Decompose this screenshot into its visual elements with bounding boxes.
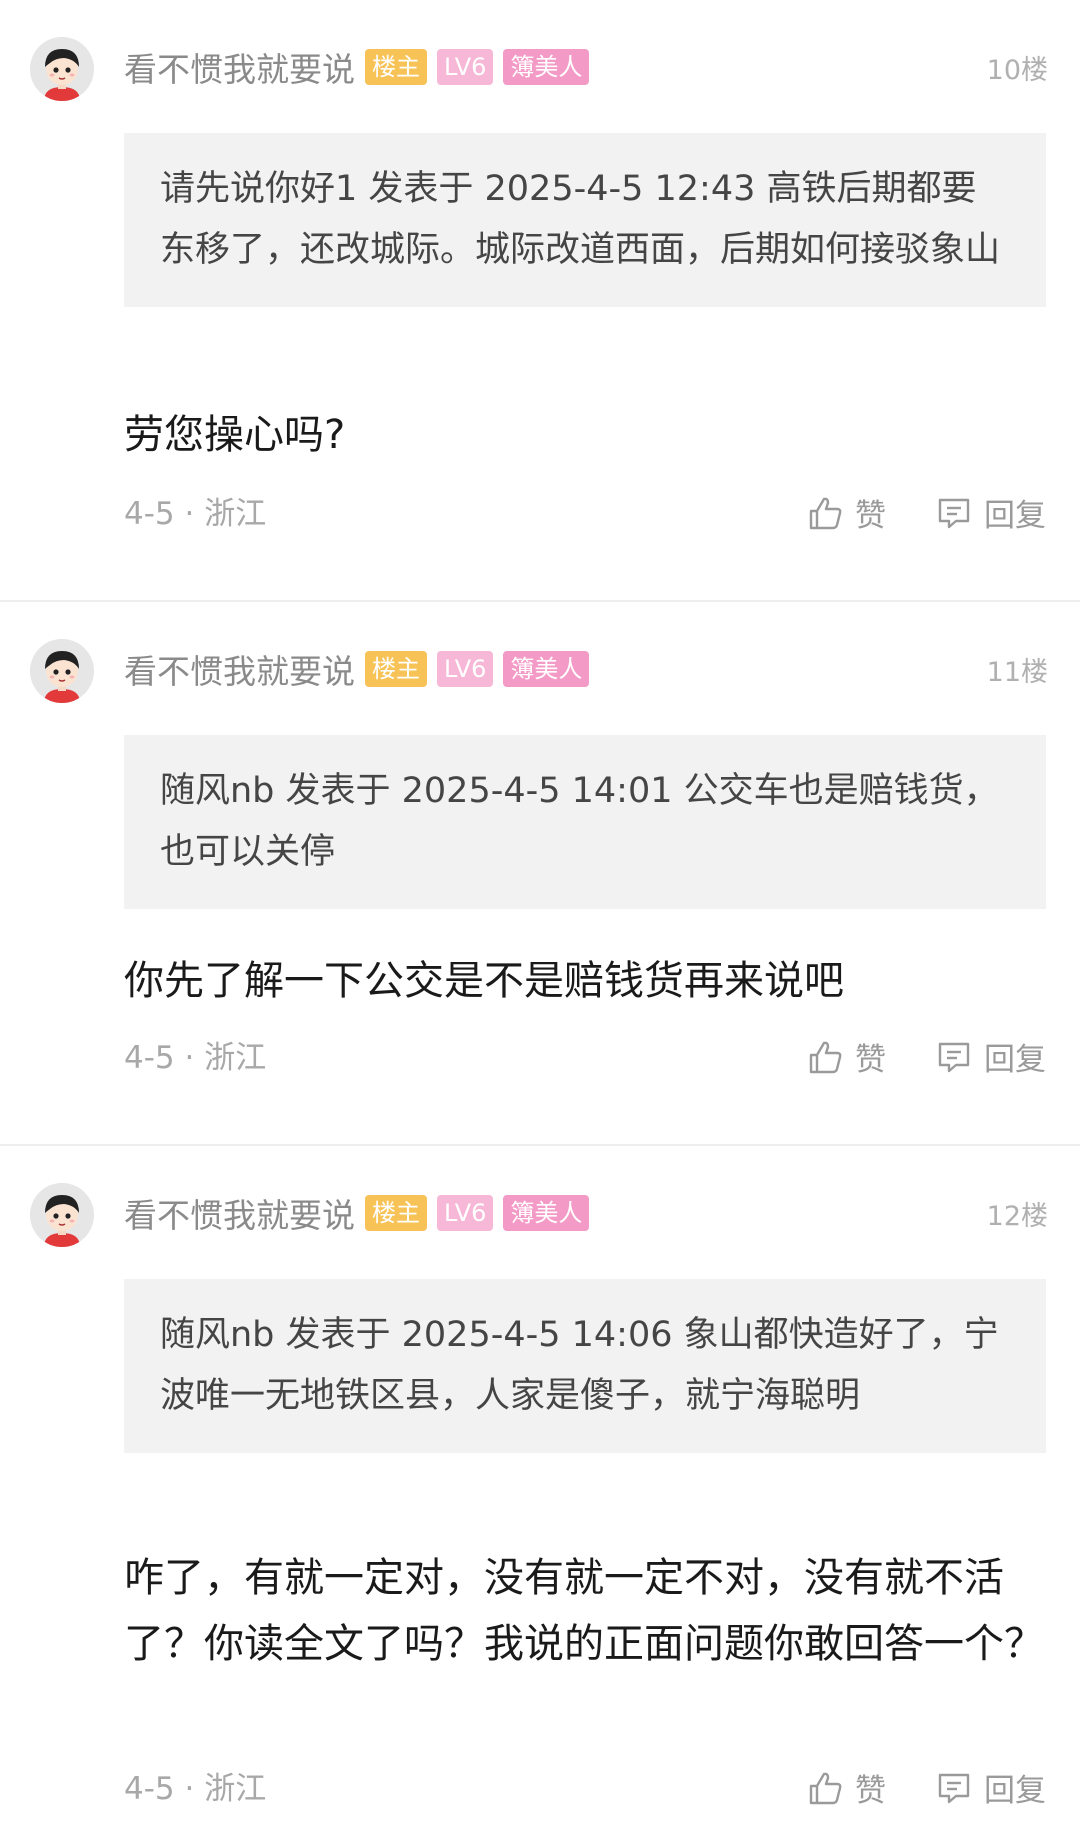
level-badge: LV6	[437, 651, 494, 687]
comment-bubble-icon	[938, 1773, 970, 1803]
comment-bubble-icon	[938, 498, 970, 528]
title-badge: 簿美人	[503, 651, 590, 687]
level-badge: LV6	[437, 49, 494, 85]
reply-label: 回复	[984, 498, 1046, 534]
post-header: 看不惯我就要说 楼主 LV6 簿美人 12楼	[124, 1191, 1048, 1235]
post-meta: 4-5 · 浙江	[124, 1771, 267, 1807]
thumbs-up-icon	[809, 497, 842, 529]
like-button[interactable]: 赞	[805, 490, 886, 535]
reply-label: 回复	[984, 1773, 1046, 1809]
quoted-reply[interactable]: 随风nb 发表于 2025-4-5 14:01 公交车也是赔钱货，也可以关停	[124, 735, 1046, 909]
post-meta: 4-5 · 浙江	[124, 1040, 267, 1076]
reply-button[interactable]: 回复	[934, 1034, 1046, 1079]
comment-bubble-icon	[938, 1042, 970, 1072]
title-badge: 簿美人	[503, 49, 590, 85]
floor-number: 12楼	[986, 1200, 1048, 1232]
post-meta: 4-5 · 浙江	[124, 496, 267, 532]
like-label: 赞	[855, 1042, 886, 1078]
owner-badge: 楼主	[365, 651, 427, 687]
floor-number: 11楼	[986, 656, 1048, 688]
reply-label: 回复	[984, 1042, 1046, 1078]
post-header: 看不惯我就要说 楼主 LV6 簿美人 11楼	[124, 647, 1048, 691]
avatar[interactable]	[30, 1183, 94, 1247]
post-header: 看不惯我就要说 楼主 LV6 簿美人 10楼	[124, 45, 1048, 89]
thumbs-up-icon	[809, 1041, 842, 1073]
title-badge: 簿美人	[503, 1195, 590, 1231]
post-content: 咋了，有就一定对，没有就一定不对，没有就不活了？你读全文了吗？我说的正面问题你敢…	[124, 1555, 1044, 1667]
username[interactable]: 看不惯我就要说	[124, 1189, 355, 1237]
reply-button[interactable]: 回复	[934, 490, 1046, 535]
reply-button[interactable]: 回复	[934, 1765, 1046, 1810]
owner-badge: 楼主	[365, 1195, 427, 1231]
post-content: 劳您操心吗?	[124, 412, 346, 458]
post-actions: 赞 回复	[757, 1765, 1046, 1810]
username[interactable]: 看不惯我就要说	[124, 43, 355, 91]
post-floor-10: 看不惯我就要说 楼主 LV6 簿美人 10楼 请先说你好1 发表于 2025-4…	[0, 0, 1080, 600]
like-button[interactable]: 赞	[805, 1765, 886, 1810]
like-label: 赞	[855, 1773, 886, 1809]
level-badge: LV6	[437, 1195, 494, 1231]
post-content: 你先了解一下公交是不是赔钱货再来说吧	[124, 958, 844, 1004]
like-button[interactable]: 赞	[805, 1034, 886, 1079]
quoted-reply[interactable]: 随风nb 发表于 2025-4-5 14:06 象山都快造好了，宁波唯一无地铁区…	[124, 1279, 1046, 1453]
like-label: 赞	[855, 498, 886, 534]
quoted-reply[interactable]: 请先说你好1 发表于 2025-4-5 12:43 高铁后期都要东移了，还改城际…	[124, 133, 1046, 307]
post-actions: 赞 回复	[757, 490, 1046, 535]
post-floor-11: 看不惯我就要说 楼主 LV6 簿美人 11楼 随风nb 发表于 2025-4-5…	[0, 600, 1080, 1144]
username[interactable]: 看不惯我就要说	[124, 645, 355, 693]
avatar[interactable]	[30, 37, 94, 101]
post-actions: 赞 回复	[757, 1034, 1046, 1079]
floor-number: 10楼	[986, 54, 1048, 86]
post-floor-12: 看不惯我就要说 楼主 LV6 簿美人 12楼 随风nb 发表于 2025-4-5…	[0, 1144, 1080, 1825]
avatar[interactable]	[30, 639, 94, 703]
thumbs-up-icon	[809, 1772, 842, 1804]
owner-badge: 楼主	[365, 49, 427, 85]
